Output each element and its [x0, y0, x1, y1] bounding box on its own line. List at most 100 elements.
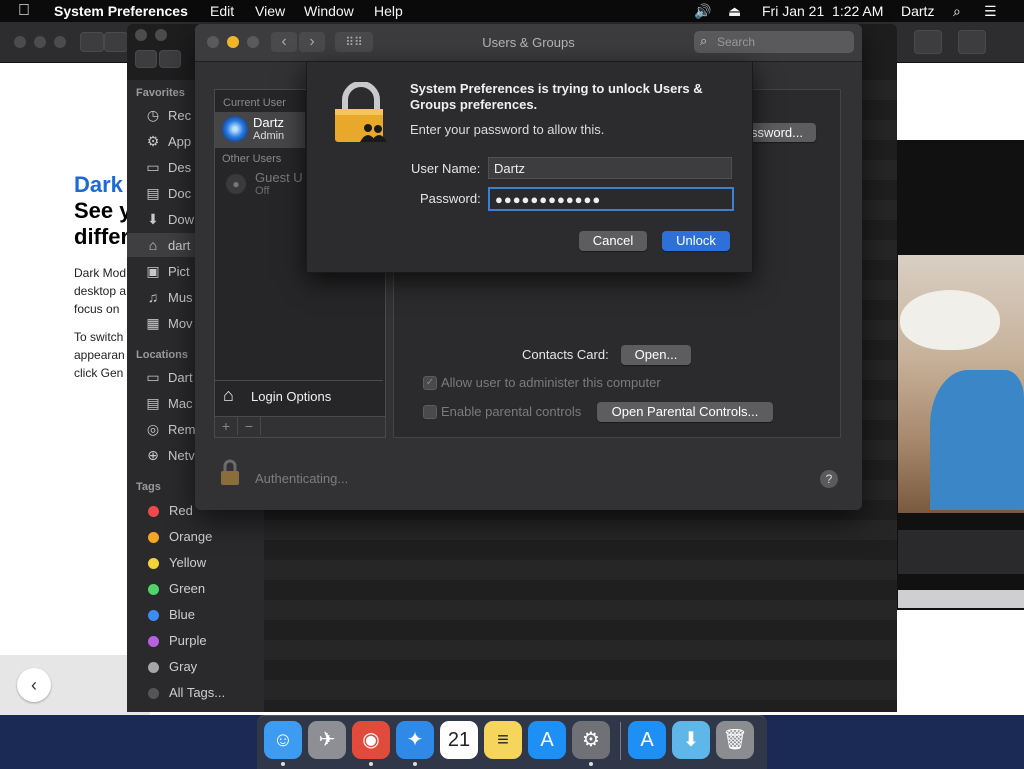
sidebar-item-computer[interactable]: Dart [168, 370, 193, 385]
app-store-icon[interactable]: A [528, 721, 566, 759]
trash-icon[interactable]: 🗑 [716, 721, 754, 759]
page-back-button[interactable]: ‹ [17, 668, 51, 702]
parental-controls-checkbox[interactable] [423, 405, 437, 419]
forward-button[interactable] [104, 32, 128, 52]
allow-admin-label: Allow user to administer this computer [441, 375, 661, 390]
sidebar-item-tag[interactable]: Orange [169, 529, 212, 544]
minimize-button[interactable] [34, 36, 46, 48]
current-user-role: Admin [253, 130, 285, 142]
notes-icon[interactable]: ≡ [484, 721, 522, 759]
unlock-button[interactable]: Unlock [662, 231, 730, 251]
guest-user-name[interactable]: Guest U [255, 170, 303, 185]
menu-help[interactable]: Help [374, 3, 403, 19]
password-label: Password: [420, 191, 481, 206]
tag-color-dot [148, 662, 159, 673]
tabs-button[interactable] [958, 30, 986, 54]
dock-running-indicator [281, 762, 285, 766]
sidebar-item-tag[interactable]: All Tags... [169, 685, 225, 700]
system-preferences-icon[interactable]: ⚙ [572, 721, 610, 759]
username-field[interactable]: Dartz [488, 157, 732, 179]
app-store-downloads-icon[interactable]: A [628, 721, 666, 759]
sidebar-item-pictures[interactable]: Pict [168, 264, 190, 279]
menu-view[interactable]: View [255, 3, 285, 19]
downloads-folder-icon[interactable]: ⬇ [672, 721, 710, 759]
page-paragraph-line: To switch [74, 330, 124, 344]
sidebar-item-tag[interactable]: Red [169, 503, 193, 518]
contacts-card-label: Contacts Card: [522, 347, 609, 362]
page-paragraph-line: click Gen [74, 366, 124, 380]
documents-icon: ▤ [146, 185, 160, 201]
finder-forward-button[interactable] [159, 50, 181, 68]
dock-running-indicator [589, 762, 593, 766]
photo-hat [900, 290, 1000, 350]
help-button[interactable]: ? [820, 470, 838, 488]
sidebar-header-locations: Locations [136, 349, 188, 361]
search-placeholder: Search [717, 35, 756, 49]
music-icon: ♫ [147, 289, 159, 305]
back-button[interactable] [80, 32, 104, 52]
add-user-button[interactable]: + [215, 417, 238, 435]
sidebar-item-macintosh-hd[interactable]: Mac [168, 396, 193, 411]
sidebar-item-tag[interactable]: Purple [169, 633, 207, 648]
open-parental-controls-button[interactable]: Open Parental Controls... [597, 402, 773, 422]
remote-disc-icon: ◎ [146, 421, 160, 437]
movies-icon: ▦ [146, 315, 160, 331]
authenticating-status: Authenticating... [255, 471, 349, 486]
cancel-button[interactable]: Cancel [579, 231, 647, 251]
finder-back-button[interactable] [135, 50, 157, 68]
sidebar-item-applications[interactable]: App [168, 134, 191, 149]
clock[interactable]: Fri Jan 21 1:22 AM [762, 3, 883, 19]
safari-icon[interactable]: ✦ [396, 721, 434, 759]
other-users-header: Other Users [222, 153, 282, 165]
sidebar-item-tag[interactable]: Yellow [169, 555, 206, 570]
laptop-dock-image [898, 530, 1024, 574]
open-contacts-button[interactable]: Open... [621, 345, 691, 365]
chrome-icon[interactable]: ◉ [352, 721, 390, 759]
allow-admin-checkbox[interactable]: ✓ [423, 376, 437, 390]
username-label: User Name: [411, 161, 481, 176]
menu-app-name[interactable]: System Preferences [54, 3, 188, 19]
share-button[interactable] [914, 30, 942, 54]
computer-icon: ▭ [146, 369, 160, 385]
login-options-label: Login Options [251, 389, 332, 404]
sidebar-header-favorites: Favorites [136, 87, 185, 99]
add-remove-bar: + − [214, 416, 386, 438]
tag-color-dot [148, 506, 159, 517]
sidebar-item-music[interactable]: Mus [168, 290, 193, 305]
spotlight-icon[interactable]: ⌕ [953, 3, 961, 20]
launchpad-icon[interactable]: ✈ [308, 721, 346, 759]
page-paragraph-line: appearan [74, 348, 125, 362]
tag-color-dot [148, 636, 159, 647]
finder-close-button[interactable] [135, 29, 147, 41]
sidebar-item-tag[interactable]: Gray [169, 659, 197, 674]
sidebar-item-recents[interactable]: Rec [168, 108, 191, 123]
menu-edit[interactable]: Edit [210, 3, 234, 19]
sidebar-item-tag[interactable]: Green [169, 581, 205, 596]
eject-icon[interactable]: ⏏ [728, 3, 741, 20]
sidebar-item-home[interactable]: dart [168, 238, 190, 253]
tag-color-dot [148, 558, 159, 569]
tag-color-dot [148, 688, 159, 699]
notification-center-icon[interactable]: ☰ [984, 3, 997, 20]
zoom-button[interactable] [54, 36, 66, 48]
sidebar-item-remote-disc[interactable]: Rem [168, 422, 195, 437]
sidebar-item-tag[interactable]: Blue [169, 607, 195, 622]
tag-color-dot [148, 610, 159, 621]
finder-icon[interactable]: ☺ [264, 721, 302, 759]
close-button[interactable] [14, 36, 26, 48]
dialog-subtitle: Enter your password to allow this. [410, 122, 605, 137]
calendar-icon[interactable]: 21 [440, 721, 478, 759]
user-menu[interactable]: Dartz [901, 3, 934, 19]
sidebar-item-network[interactable]: Netv [168, 448, 195, 463]
sidebar-item-documents[interactable]: Doc [168, 186, 191, 201]
apple-menu-icon[interactable]:  [18, 2, 30, 20]
sidebar-item-desktop[interactable]: Des [168, 160, 191, 175]
password-field[interactable]: ●●●●●●●●●●●● [488, 187, 734, 211]
sidebar-item-downloads[interactable]: Dow [168, 212, 194, 227]
remove-user-button[interactable]: − [238, 417, 261, 435]
volume-icon[interactable]: 🔊 [694, 3, 711, 20]
finder-minimize-button[interactable] [155, 29, 167, 41]
sidebar-item-movies[interactable]: Mov [168, 316, 193, 331]
menu-window[interactable]: Window [304, 3, 354, 19]
lock-icon[interactable] [220, 459, 240, 486]
